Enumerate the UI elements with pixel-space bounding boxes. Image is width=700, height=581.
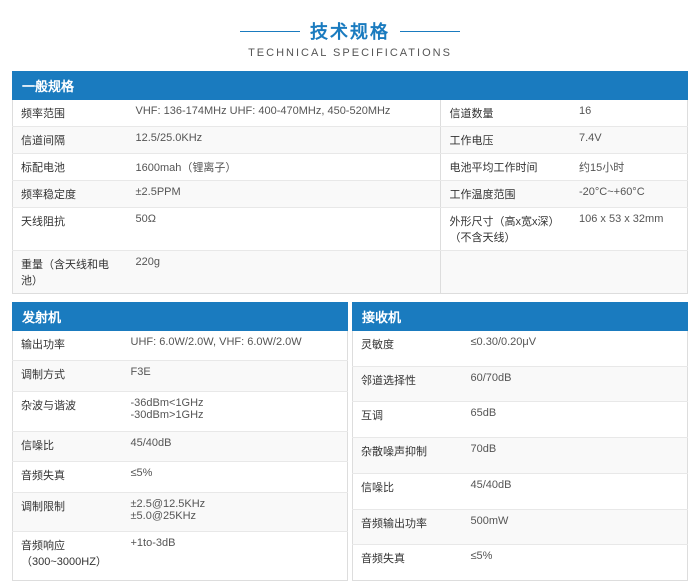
label-cell: 频率稳定度 xyxy=(13,181,128,208)
label-cell: 调制限制 xyxy=(13,492,123,532)
label-cell: 信道间隔 xyxy=(13,127,128,154)
label-cell-2: 工作温度范围 xyxy=(441,181,571,208)
header-section: 技术规格 TECHNICAL SPECIFICATIONS xyxy=(0,0,700,71)
value-cell-2: 7.4V xyxy=(571,127,688,154)
table-row: 频率范围 VHF: 136-174MHz UHF: 400-470MHz, 45… xyxy=(13,100,688,127)
value-cell: ≤0.30/0.20μV xyxy=(463,331,688,366)
table-row: 杂散噪声抑制 70dB xyxy=(353,438,688,474)
receiver-title: 接收机 xyxy=(352,302,688,331)
two-col-section: 发射机 输出功率 UHF: 6.0W/2.0W, VHF: 6.0W/2.0W … xyxy=(12,302,688,552)
table-row: 音频输出功率 500mW xyxy=(353,509,688,545)
label-cell-2: 工作电压 xyxy=(441,127,571,154)
table-row: 信噪比 45/40dB xyxy=(13,431,348,462)
value-cell: 220g xyxy=(128,251,441,294)
table-row: 音频响应（300~3000HZ） +1to-3dB xyxy=(13,532,348,581)
table-row: 调制方式 F3E xyxy=(13,361,348,392)
label-cell: 天线阻抗 xyxy=(13,208,128,251)
label-cell: 重量（含天线和电池） xyxy=(13,251,128,294)
label-cell-2: 电池平均工作时间 xyxy=(441,154,571,181)
value-cell: ±2.5@12.5KHz±5.0@25KHz xyxy=(123,492,348,532)
label-cell: 邻道选择性 xyxy=(353,366,463,402)
label-cell: 输出功率 xyxy=(13,331,123,361)
general-specs-table: 频率范围 VHF: 136-174MHz UHF: 400-470MHz, 45… xyxy=(12,100,688,294)
table-row: 互调 65dB xyxy=(353,402,688,438)
value-cell: -36dBm<1GHz-30dBm>1GHz xyxy=(123,392,348,432)
value-cell: +1to-3dB xyxy=(123,532,348,581)
value-cell: 45/40dB xyxy=(463,473,688,509)
value-cell: F3E xyxy=(123,361,348,392)
value-cell: 12.5/25.0KHz xyxy=(128,127,441,154)
table-row: 频率稳定度 ±2.5PPM 工作温度范围 -20°C~+60°C xyxy=(13,181,688,208)
title-en: TECHNICAL SPECIFICATIONS xyxy=(0,47,700,59)
transmitter-section: 发射机 输出功率 UHF: 6.0W/2.0W, VHF: 6.0W/2.0W … xyxy=(12,302,352,552)
general-section-title: 一般规格 xyxy=(12,71,688,100)
value-cell: 1600mah（锂离子） xyxy=(128,154,441,181)
receiver-section: 接收机 灵敏度 ≤0.30/0.20μV 邻道选择性 60/70dB 互调 65… xyxy=(352,302,688,552)
receiver-table: 灵敏度 ≤0.30/0.20μV 邻道选择性 60/70dB 互调 65dB 杂… xyxy=(352,331,688,581)
label-cell: 信噪比 xyxy=(13,431,123,462)
table-row: 调制限制 ±2.5@12.5KHz±5.0@25KHz xyxy=(13,492,348,532)
label-cell: 音频失真 xyxy=(13,462,123,493)
value-cell: ≤5% xyxy=(463,545,688,581)
table-row: 信道间隔 12.5/25.0KHz 工作电压 7.4V xyxy=(13,127,688,154)
label-cell: 音频输出功率 xyxy=(353,509,463,545)
table-row: 音频失真 ≤5% xyxy=(13,462,348,493)
table-row: 邻道选择性 60/70dB xyxy=(353,366,688,402)
transmitter-title: 发射机 xyxy=(12,302,348,331)
table-row: 杂波与谐波 -36dBm<1GHz-30dBm>1GHz xyxy=(13,392,348,432)
label-cell: 杂波与谐波 xyxy=(13,392,123,432)
value-cell-2 xyxy=(571,251,688,294)
transmitter-table: 输出功率 UHF: 6.0W/2.0W, VHF: 6.0W/2.0W 调制方式… xyxy=(12,331,348,581)
table-row: 标配电池 1600mah（锂离子） 电池平均工作时间 约15小时 xyxy=(13,154,688,181)
label-cell: 调制方式 xyxy=(13,361,123,392)
value-cell: 45/40dB xyxy=(123,431,348,462)
value-cell: VHF: 136-174MHz UHF: 400-470MHz, 450-520… xyxy=(128,100,441,127)
value-cell: ≤5% xyxy=(123,462,348,493)
label-cell: 灵敏度 xyxy=(353,331,463,366)
label-cell: 杂散噪声抑制 xyxy=(353,438,463,474)
value-cell-2: 106 x 53 x 32mm xyxy=(571,208,688,251)
table-row: 音频失真 ≤5% xyxy=(353,545,688,581)
label-cell-2 xyxy=(441,251,571,294)
value-cell-2: 约15小时 xyxy=(571,154,688,181)
label-cell: 互调 xyxy=(353,402,463,438)
value-cell: 60/70dB xyxy=(463,366,688,402)
table-row: 灵敏度 ≤0.30/0.20μV xyxy=(353,331,688,366)
table-row: 信噪比 45/40dB xyxy=(353,473,688,509)
value-cell: 70dB xyxy=(463,438,688,474)
value-cell: UHF: 6.0W/2.0W, VHF: 6.0W/2.0W xyxy=(123,331,348,361)
label-cell: 信噪比 xyxy=(353,473,463,509)
value-cell: 65dB xyxy=(463,402,688,438)
value-cell-2: 16 xyxy=(571,100,688,127)
general-section: 一般规格 频率范围 VHF: 136-174MHz UHF: 400-470MH… xyxy=(12,71,688,294)
value-cell-2: -20°C~+60°C xyxy=(571,181,688,208)
page-container: 技术规格 TECHNICAL SPECIFICATIONS 一般规格 频率范围 … xyxy=(0,0,700,552)
table-row: 天线阻抗 50Ω 外形尺寸（高x宽x深）（不含天线） 106 x 53 x 32… xyxy=(13,208,688,251)
label-cell: 频率范围 xyxy=(13,100,128,127)
label-cell: 音频失真 xyxy=(353,545,463,581)
label-cell-2: 外形尺寸（高x宽x深）（不含天线） xyxy=(441,208,571,251)
table-row: 重量（含天线和电池） 220g xyxy=(13,251,688,294)
title-zh: 技术规格 xyxy=(0,18,700,44)
label-cell-2: 信道数量 xyxy=(441,100,571,127)
label-cell: 音频响应（300~3000HZ） xyxy=(13,532,123,581)
label-cell: 标配电池 xyxy=(13,154,128,181)
value-cell: 50Ω xyxy=(128,208,441,251)
table-row: 输出功率 UHF: 6.0W/2.0W, VHF: 6.0W/2.0W xyxy=(13,331,348,361)
value-cell: 500mW xyxy=(463,509,688,545)
value-cell: ±2.5PPM xyxy=(128,181,441,208)
